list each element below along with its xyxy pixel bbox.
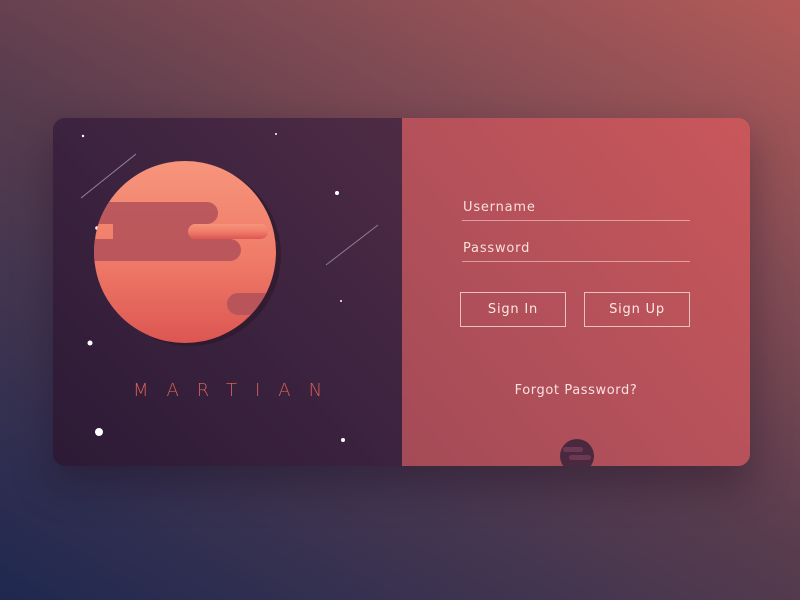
password-field[interactable]: Password xyxy=(462,239,690,262)
planet-illustration xyxy=(94,161,281,346)
brand-title: MARTIAN xyxy=(132,380,341,401)
password-label: Password xyxy=(463,241,531,256)
space-illustration xyxy=(80,133,379,442)
forgot-password-link[interactable]: Forgot Password? xyxy=(402,383,750,398)
mini-planet-icon xyxy=(560,439,594,466)
sign-in-button[interactable]: Sign In xyxy=(460,292,566,327)
star xyxy=(341,438,345,442)
star xyxy=(275,133,277,135)
shooting-star xyxy=(325,224,379,266)
star xyxy=(335,191,339,195)
brand-panel: MARTIAN xyxy=(53,118,402,466)
login-panel: Username Password Sign In Sign Up Forgot… xyxy=(402,118,750,466)
star xyxy=(81,134,85,138)
login-card: MARTIAN Username Password Sign In Sign U… xyxy=(53,118,750,466)
username-label: Username xyxy=(463,200,536,215)
sign-up-button[interactable]: Sign Up xyxy=(584,292,690,327)
star xyxy=(95,428,103,436)
star xyxy=(87,340,93,346)
star xyxy=(340,300,342,302)
username-field[interactable]: Username xyxy=(462,198,690,221)
